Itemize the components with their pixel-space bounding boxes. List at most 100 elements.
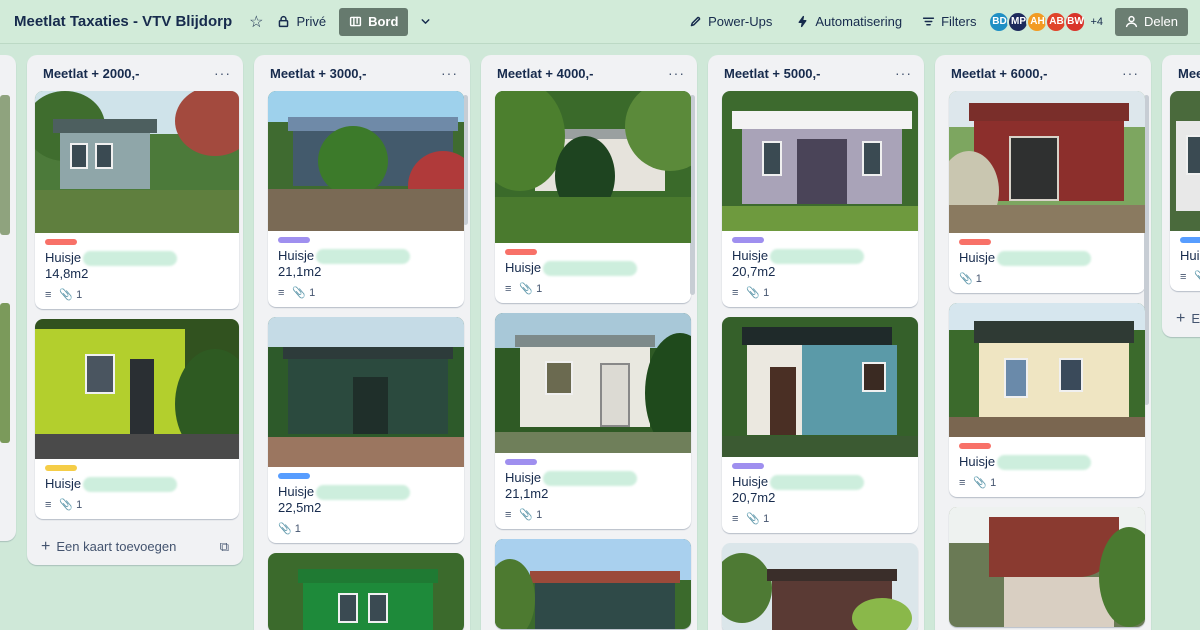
description-icon: ≡ (732, 286, 739, 299)
list-title[interactable]: Meetlat + 5000,- (724, 66, 820, 81)
power-ups-button[interactable]: Power-Ups (682, 8, 779, 36)
lightning-icon (798, 15, 807, 28)
card-size: 14,8m2 (45, 266, 89, 282)
share-button[interactable]: Delen (1115, 7, 1188, 36)
more-members-count[interactable]: +4 (1090, 16, 1103, 28)
list-title[interactable]: Meetlat + 6000,- (951, 66, 1047, 81)
list-menu-icon[interactable]: ··· (668, 65, 685, 81)
card-cover-image (949, 507, 1145, 628)
board-view-button[interactable]: Bord (339, 7, 409, 36)
redacted-text (543, 471, 638, 487)
attachment-badge: 📎1 (59, 288, 83, 302)
card-label (732, 237, 764, 243)
redacted-text (316, 485, 411, 501)
card[interactable]: Huisje ≡ 📎 1 (495, 91, 691, 304)
card[interactable] (268, 553, 464, 630)
attachment-badge: 📎1 (746, 286, 770, 300)
list-menu-icon[interactable]: ··· (214, 65, 231, 81)
card[interactable]: Huisje ≡ 📎 1 (35, 319, 239, 520)
add-card-label: E (1191, 311, 1200, 326)
list-title[interactable]: Meetlat + 3000,- (270, 66, 366, 81)
user-icon (1125, 15, 1138, 28)
visibility-button[interactable]: Privé (270, 8, 333, 36)
list-title[interactable]: Meetlat + 2000,- (43, 66, 139, 81)
attachment-badge: 📎1 (973, 476, 997, 490)
attachment-badge: 📎1 (292, 286, 316, 300)
redacted-text (543, 261, 638, 277)
card-size: 20,7m2 (732, 490, 776, 506)
attachment-badge: 📎1 (959, 272, 982, 286)
card-label (278, 237, 310, 243)
card-cover-image (949, 91, 1145, 233)
add-card-button[interactable]: + Een kaart toevoegen ⧉ (27, 529, 243, 565)
list-meetlat-4000: Meetlat + 4000,- ··· Huisje ≡ 📎 1 Huisje… (481, 55, 697, 630)
card[interactable]: Huis ≡ 📎1 (1170, 91, 1200, 291)
card[interactable] (722, 543, 918, 630)
card[interactable]: Huisje 📎 1 (949, 91, 1145, 294)
card[interactable]: Huisje 22,5m2 📎 1 (268, 317, 464, 544)
card-cover-image (35, 91, 239, 233)
card-title: Huisje (278, 484, 315, 500)
add-card-label: Een kaart toevoegen (56, 539, 177, 555)
card-label (505, 249, 537, 255)
attachment-badge: 📎1 (59, 498, 83, 512)
list-partial-right: Mee Huis ≡ 📎1 +E (1162, 55, 1200, 337)
star-icon[interactable]: ☆ (242, 8, 270, 36)
card[interactable]: Huisje 14,8m2 ≡ 📎 1 (35, 91, 239, 310)
card-title: Huisje (45, 476, 82, 492)
list-meetlat-3000: Meetlat + 3000,- ··· Huisje 21,1m2 ≡ 📎 1… (254, 55, 470, 630)
avatar[interactable]: BW (1064, 10, 1087, 33)
card-cover-image (722, 91, 918, 231)
rocket-icon (690, 16, 701, 27)
list-title[interactable]: Mee (1178, 66, 1200, 81)
card-size: 22,5m2 (278, 500, 322, 516)
list-menu-icon[interactable]: ··· (1122, 65, 1139, 81)
lock-icon (279, 15, 289, 28)
card[interactable]: Huisje 20,7m2 ≡ 📎 1 (722, 91, 918, 308)
filters-button[interactable]: Filters (915, 8, 983, 36)
redacted-text (770, 249, 865, 265)
card-label (959, 443, 991, 450)
card[interactable]: Huisje ≡ 📎 1 (949, 303, 1145, 498)
card[interactable] (949, 507, 1145, 628)
board-header: Meetlat Taxaties - VTV Blijdorp ☆ Privé … (0, 0, 1200, 44)
card-title: Huisje (732, 248, 769, 263)
list-menu-icon[interactable]: ··· (895, 65, 912, 81)
list-menu-icon[interactable]: ··· (441, 65, 458, 81)
card-title: Huisje (959, 454, 996, 470)
attachment-badge: 📎1 (1194, 270, 1200, 283)
board-title[interactable]: Meetlat Taxaties - VTV Blijdorp (14, 13, 232, 30)
card[interactable]: Huisje 21,1m2 ≡ 📎 1 (268, 91, 464, 308)
list-meetlat-5000: Meetlat + 5000,- ··· Huisje 20,7m2 ≡ 📎 1… (708, 55, 924, 630)
card[interactable]: Huisje 20,7m2 ≡ 📎 1 (722, 317, 918, 534)
description-icon: ≡ (732, 512, 739, 525)
card[interactable] (495, 539, 691, 630)
visibility-label: Privé (296, 14, 327, 29)
add-card-button[interactable]: + E (1162, 301, 1200, 337)
member-avatars[interactable]: BD MP AH AB BW +4 (988, 10, 1103, 33)
card-label (278, 473, 310, 480)
list-title[interactable]: Meetlat + 4000,- (497, 66, 593, 81)
card-title: Huisje (278, 248, 315, 263)
chevron-down-icon[interactable] (412, 8, 439, 36)
card-cover-image (722, 317, 918, 458)
board-icon (349, 16, 362, 27)
share-label: Delen (1144, 14, 1178, 29)
card[interactable]: Huisje 21,1m2 ≡ 📎 1 (495, 313, 691, 530)
automation-button[interactable]: Automatisering (789, 8, 909, 36)
description-icon: ≡ (505, 282, 512, 295)
card-label (45, 239, 77, 245)
card-cover-image (722, 543, 918, 630)
card-title: Huisje (505, 470, 542, 486)
card-label (1180, 237, 1200, 243)
automation-label: Automatisering (815, 14, 903, 29)
filters-label: Filters (941, 14, 977, 29)
attachment-badge: 📎1 (746, 512, 770, 526)
list-meetlat-6000: Meetlat + 6000,- ··· Huisje 📎 1 Huisje ≡… (935, 55, 1151, 630)
description-icon: ≡ (45, 498, 52, 511)
board-canvas: Meetlat + 2000,- ··· Huisje 14,8m2 ≡ 📎 1… (0, 44, 1200, 630)
card-cover-image (495, 313, 691, 454)
template-icon[interactable]: ⧉ (220, 539, 229, 555)
list-partial-left (0, 55, 16, 541)
card-title: Huisje (45, 250, 82, 265)
